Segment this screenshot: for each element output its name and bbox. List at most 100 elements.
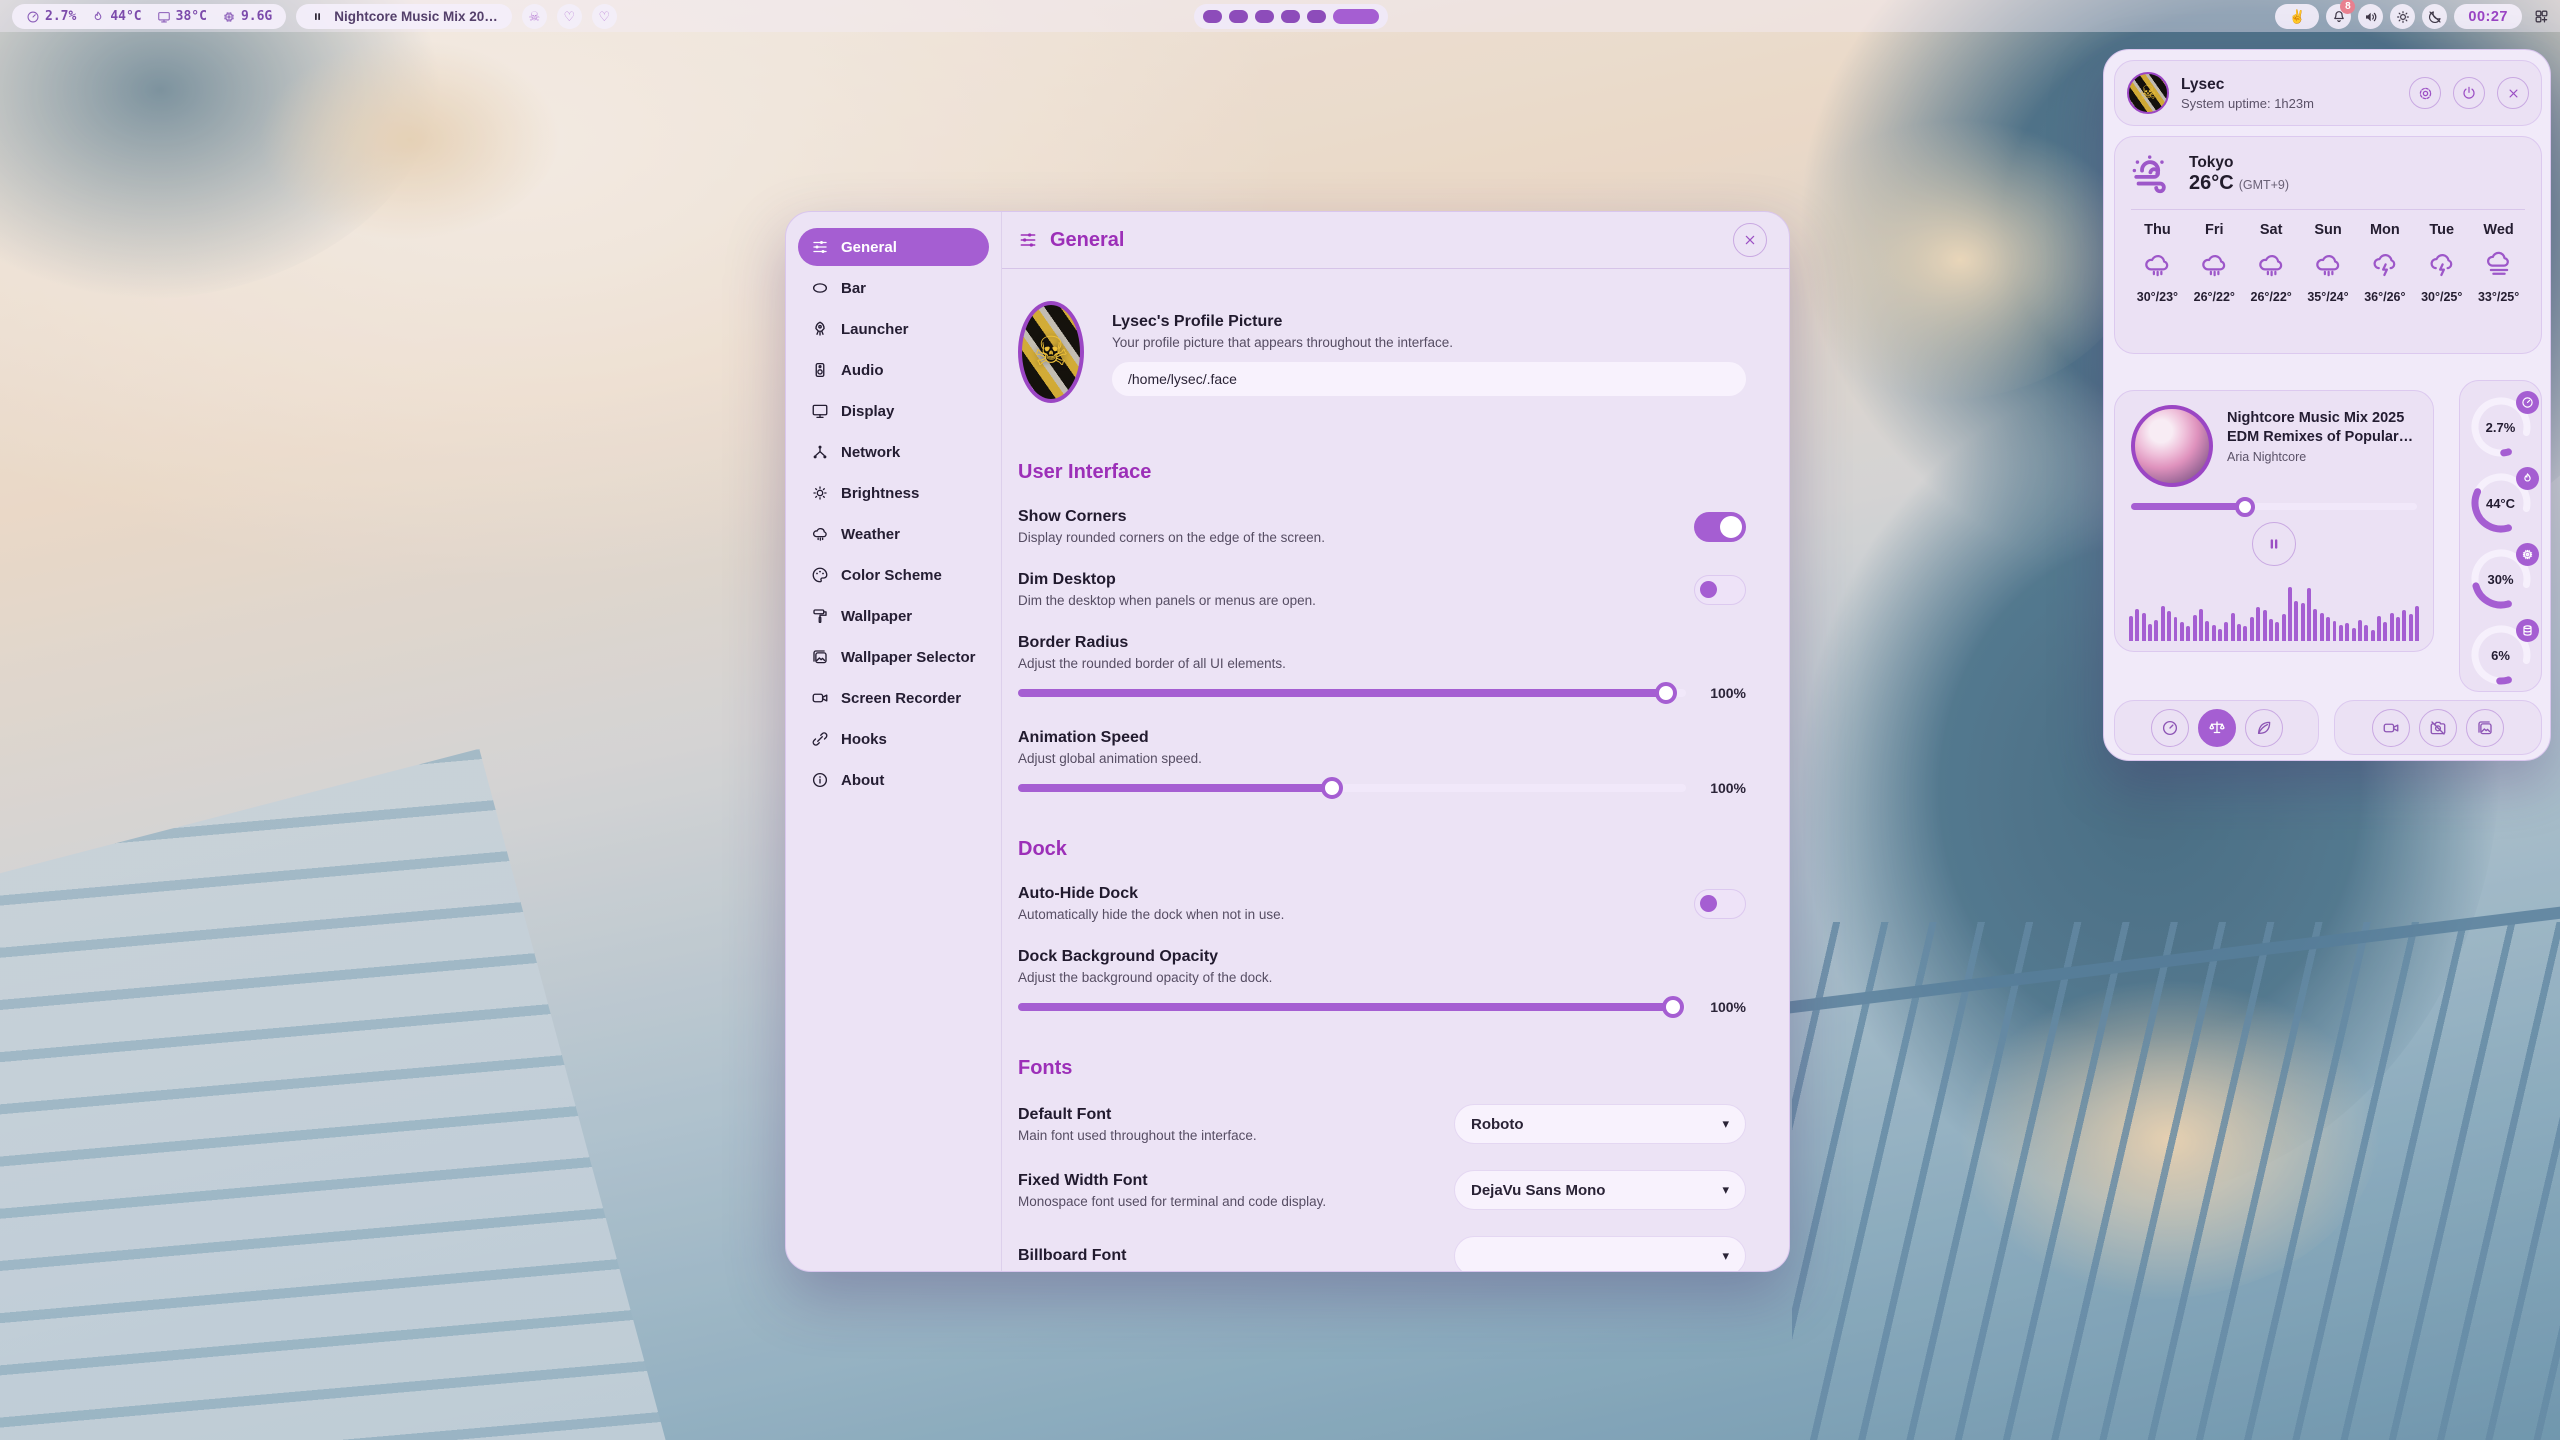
workspace-dot[interactable]	[1281, 10, 1300, 23]
slider-thumb[interactable]	[1662, 996, 1684, 1018]
clock[interactable]: 00:27	[2454, 4, 2522, 29]
close-icon	[2506, 86, 2521, 101]
sidebar-item-screen-recorder[interactable]: Screen Recorder	[798, 679, 989, 717]
sidebar-item-general[interactable]: General	[798, 228, 989, 266]
sidebar-item-launcher[interactable]: Launcher	[798, 310, 989, 348]
utilities-group	[2334, 700, 2542, 755]
slider-thumb[interactable]	[2235, 497, 2255, 517]
heart-icon: ♡	[563, 9, 575, 25]
sidebar-item-wallpaper[interactable]: Wallpaper	[798, 597, 989, 635]
sidebar-item-wallpaper-selector[interactable]: Wallpaper Selector	[798, 638, 989, 676]
top-bar: 2.7% 44°C 38°C 9.6G Nightcore Music Mix …	[0, 0, 2560, 32]
fixed-width-font-dropdown[interactable]: DejaVu Sans Mono ▾	[1454, 1170, 1746, 1210]
sidebar-item-color-scheme[interactable]: Color Scheme	[798, 556, 989, 594]
setting-title: Dim Desktop	[1018, 571, 1670, 589]
tray-hand-button[interactable]: ✌	[2275, 4, 2319, 29]
media-pill[interactable]: Nightcore Music Mix 20…	[296, 4, 512, 29]
scales-icon	[2208, 719, 2226, 737]
sidebar-item-weather[interactable]: Weather	[798, 515, 989, 553]
slider-value: 100%	[1702, 780, 1746, 796]
screen-recorder-button[interactable]	[2372, 709, 2410, 747]
dock-opacity-slider[interactable]	[1018, 1003, 1686, 1011]
profile-performance-button[interactable]	[2151, 709, 2189, 747]
cpu-usage-stat: 2.7%	[26, 9, 76, 24]
sidebar-item-network[interactable]: Network	[798, 433, 989, 471]
paint-roller-icon	[811, 607, 829, 625]
dashboard-button[interactable]	[2529, 4, 2554, 29]
sidebar-item-label: Display	[841, 403, 894, 420]
workspace-active-pill[interactable]	[1333, 9, 1379, 24]
forecast-day: Fri26°/22°	[2186, 222, 2243, 304]
sliders-icon	[811, 238, 829, 256]
settings-header: General	[1002, 212, 1789, 269]
volume-button[interactable]	[2358, 4, 2383, 29]
sidebar-item-hooks[interactable]: Hooks	[798, 720, 989, 758]
page-title: General	[1050, 229, 1721, 252]
power-button[interactable]	[2453, 77, 2485, 109]
profile-path-input[interactable]	[1112, 362, 1746, 396]
wallpaper-gallery-button[interactable]	[2466, 709, 2504, 747]
sidebar-item-label: Launcher	[841, 321, 909, 338]
sidebar-item-audio[interactable]: Audio	[798, 351, 989, 389]
chevron-down-icon: ▾	[1722, 1248, 1729, 1264]
settings-content: ☠ Lysec's Profile Picture Your profile p…	[1002, 269, 1789, 1271]
sidebar-item-brightness[interactable]: Brightness	[798, 474, 989, 512]
pause-button[interactable]	[2252, 522, 2296, 566]
storm-cloud-icon	[2427, 250, 2457, 280]
slider-thumb[interactable]	[1655, 682, 1677, 704]
database-icon	[2516, 619, 2539, 642]
sidebar-item-label: Bar	[841, 280, 866, 297]
media-pill-label: Nightcore Music Mix 20…	[334, 9, 498, 24]
billboard-font-dropdown[interactable]: ▾	[1454, 1236, 1746, 1271]
animation-speed-slider[interactable]	[1018, 784, 1686, 792]
workspace-dot[interactable]	[1255, 10, 1274, 23]
gear-icon	[2417, 85, 2434, 102]
setting-description: Main font used throughout the interface.	[1018, 1128, 1430, 1143]
section-heading-fonts: Fonts	[1018, 1057, 1746, 1080]
sidebar-item-label: Weather	[841, 526, 900, 543]
sidebar-item-bar[interactable]: Bar	[798, 269, 989, 307]
sidebar-item-about[interactable]: About	[798, 761, 989, 799]
sliders-icon	[1018, 230, 1038, 250]
album-art	[2131, 405, 2213, 487]
tray-heart-button-2[interactable]: ♡	[592, 4, 617, 29]
volume-icon	[2363, 9, 2379, 25]
show-corners-toggle[interactable]	[1694, 512, 1746, 542]
hand-icon: ✌	[2289, 9, 2305, 25]
sidebar-item-label: Wallpaper Selector	[841, 649, 976, 666]
default-font-dropdown[interactable]: Roboto ▾	[1454, 1104, 1746, 1144]
slider-thumb[interactable]	[1321, 777, 1343, 799]
storm-cloud-icon	[2370, 250, 2400, 280]
workspace-dot[interactable]	[1229, 10, 1248, 23]
track-artist: Aria Nightcore	[2227, 450, 2417, 464]
gallery-icon	[811, 648, 829, 666]
workspace-indicator[interactable]	[1194, 4, 1388, 29]
heart-icon: ♡	[598, 9, 610, 25]
tray-skull-button[interactable]: ☠	[522, 4, 547, 29]
night-light-button[interactable]	[2422, 4, 2447, 29]
tray-heart-button[interactable]: ♡	[557, 4, 582, 29]
media-progress-slider[interactable]	[2131, 503, 2417, 510]
brightness-button[interactable]	[2390, 4, 2415, 29]
setting-title: Dock Background Opacity	[1018, 948, 1746, 966]
profile-balanced-button[interactable]	[2198, 709, 2236, 747]
close-panel-button[interactable]	[2497, 77, 2529, 109]
dim-desktop-toggle[interactable]	[1694, 575, 1746, 605]
settings-button[interactable]	[2409, 77, 2441, 109]
forecast-day: Sun35°/24°	[2300, 222, 2357, 304]
border-radius-slider[interactable]	[1018, 689, 1686, 697]
clock-time: 00:27	[2468, 9, 2508, 25]
sidebar-item-display[interactable]: Display	[798, 392, 989, 430]
setting-title: Lysec's Profile Picture	[1112, 313, 1746, 331]
close-button[interactable]	[1733, 223, 1767, 257]
screenshot-button[interactable]	[2419, 709, 2457, 747]
workspace-dot[interactable]	[1203, 10, 1222, 23]
media-player-card: Nightcore Music Mix 2025 EDM Remixes of …	[2114, 390, 2434, 652]
auto-hide-dock-toggle[interactable]	[1694, 889, 1746, 919]
notifications-button[interactable]: 8	[2326, 4, 2351, 29]
profile-powersaver-button[interactable]	[2245, 709, 2283, 747]
video-camera-icon	[2382, 719, 2400, 737]
system-stats-pill[interactable]: 2.7% 44°C 38°C 9.6G	[12, 4, 286, 29]
forecast-day: Mon36°/26°	[2356, 222, 2413, 304]
workspace-dot[interactable]	[1307, 10, 1326, 23]
